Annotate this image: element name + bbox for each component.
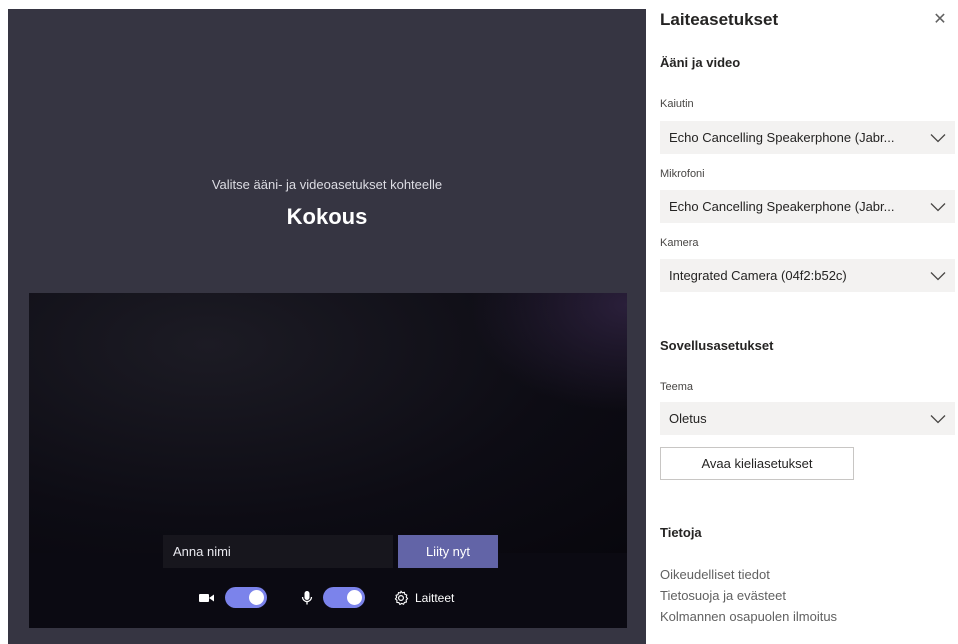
chevron-down-icon [930,414,946,423]
about-heading: Tietoja [660,525,702,540]
gear-icon [393,590,409,606]
camera-feed-glow [467,293,627,413]
chevron-down-icon [930,271,946,280]
camera-select[interactable]: Integrated Camera (04f2:b52c) [660,259,955,292]
chevron-down-icon [930,202,946,211]
camera-value: Integrated Camera (04f2:b52c) [669,268,847,283]
speaker-label: Kaiutin [660,98,694,110]
microphone-select[interactable]: Echo Cancelling Speakerphone (Jabr... [660,190,955,223]
close-icon[interactable]: ✕ [930,10,950,30]
privacy-link[interactable]: Tietosuoja ja evästeet [660,588,786,603]
audio-video-heading: Ääni ja video [660,55,741,70]
name-input[interactable] [163,535,393,568]
devices-button[interactable]: Laitteet [393,587,454,609]
theme-value: Oletus [669,411,707,426]
microphone-value: Echo Cancelling Speakerphone (Jabr... [669,199,895,214]
theme-label: Teema [660,381,694,393]
microphone-icon [301,587,313,615]
meeting-title: Kokous [286,204,368,229]
meeting-stage: Valitse ääni- ja videoasetukset kohteell… [8,9,646,644]
media-controls: Laitteet [29,587,627,621]
video-preview: Liity nyt Laitteet [29,293,627,628]
theme-select[interactable]: Oletus [660,402,955,435]
device-settings-panel: Laiteasetukset ✕ Ääni ja video Kaiutin E… [652,0,958,644]
meeting-subtitle: Valitse ääni- ja videoasetukset kohteell… [211,177,443,192]
speaker-select[interactable]: Echo Cancelling Speakerphone (Jabr... [660,121,955,154]
video-camera-icon [199,587,215,615]
camera-toggle[interactable] [225,587,267,608]
chevron-down-icon [930,133,946,142]
camera-label: Kamera [660,237,699,249]
app-settings-heading: Sovellusasetukset [660,338,774,353]
join-now-button[interactable]: Liity nyt [398,535,498,568]
third-party-link[interactable]: Kolmannen osapuolen ilmoitus [660,609,837,624]
devices-label: Laitteet [415,591,455,605]
legal-link[interactable]: Oikeudelliset tiedot [660,567,770,582]
language-settings-button[interactable]: Avaa kieliasetukset [660,447,854,480]
microphone-label: Mikrofoni [660,168,705,180]
speaker-value: Echo Cancelling Speakerphone (Jabr... [669,130,895,145]
panel-title: Laiteasetukset [660,10,779,29]
microphone-toggle[interactable] [323,587,365,608]
